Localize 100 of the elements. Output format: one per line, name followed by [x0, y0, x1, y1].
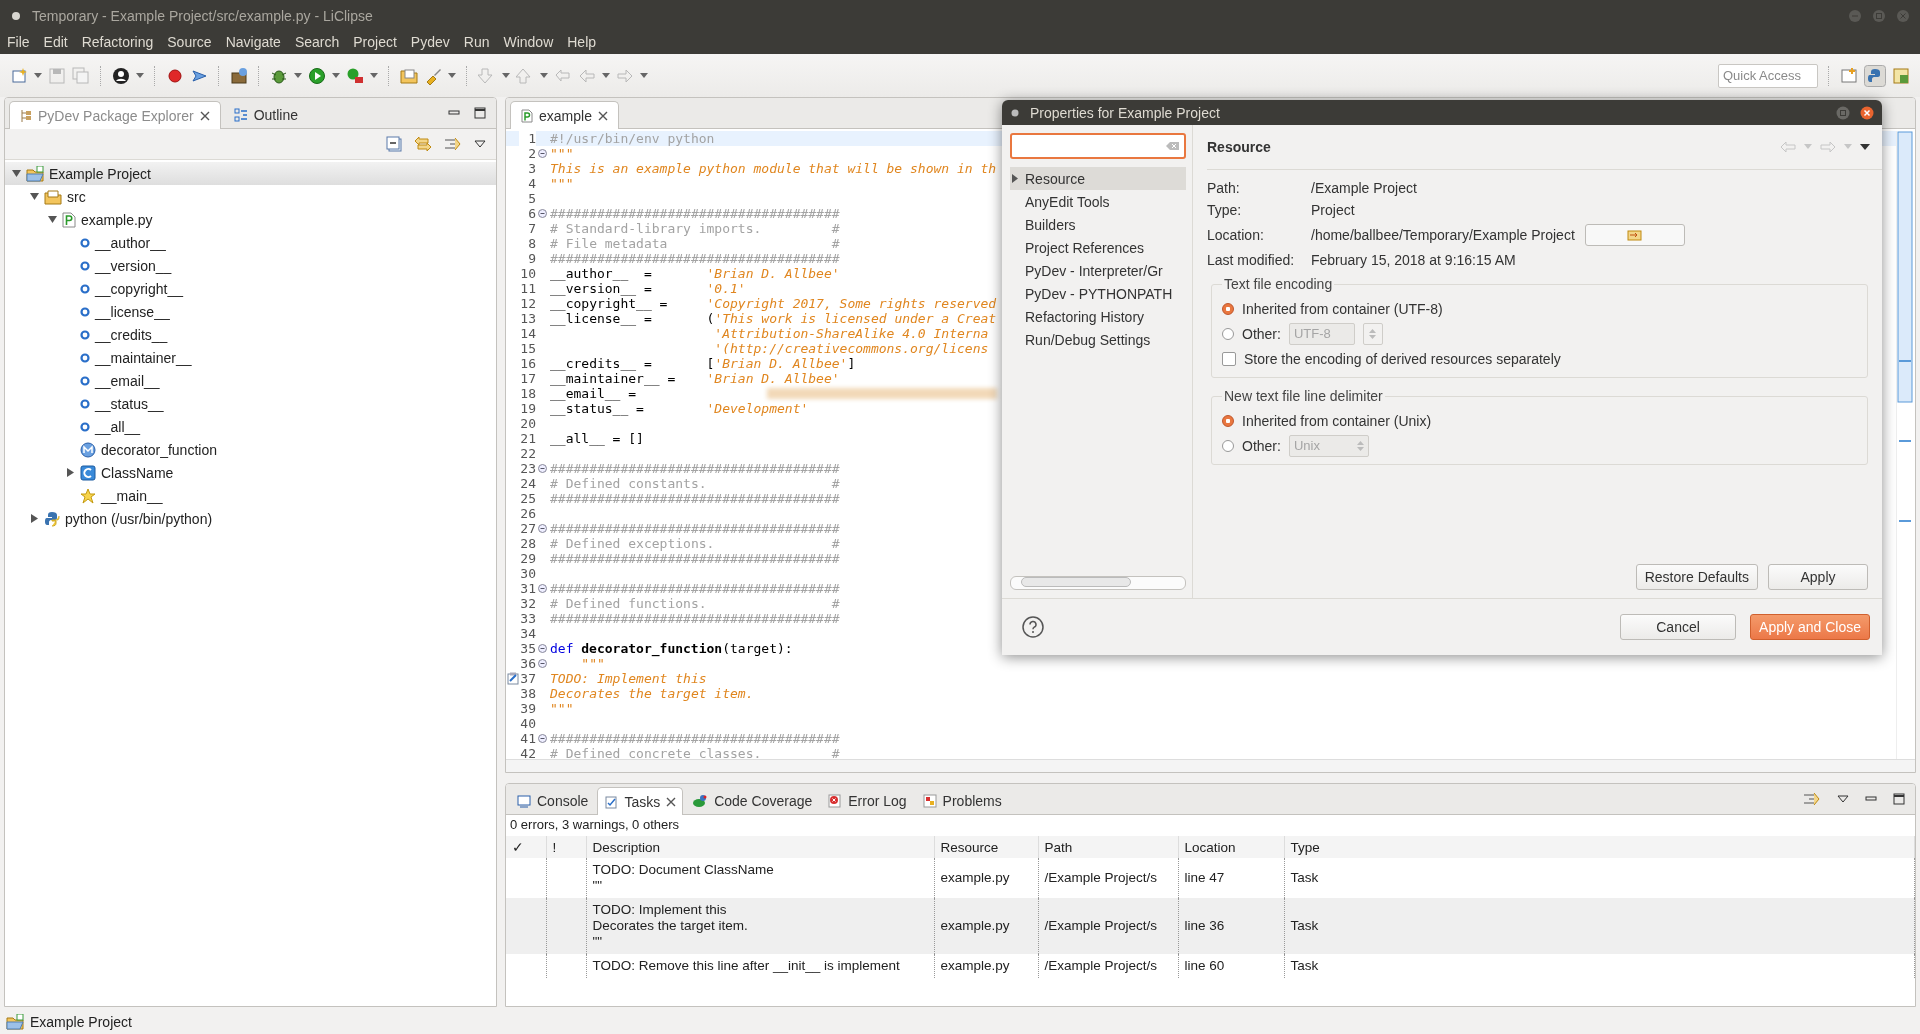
help-icon[interactable] — [1022, 616, 1044, 638]
close-icon[interactable] — [666, 796, 677, 807]
open-folder-icon[interactable] — [400, 66, 418, 85]
menu-item[interactable]: Search — [287, 34, 347, 50]
link-editor-icon[interactable] — [414, 136, 432, 152]
tree-item[interactable]: __main__ — [5, 484, 496, 507]
dropdown-caret-icon[interactable] — [448, 72, 456, 79]
radio-button[interactable] — [1222, 327, 1234, 340]
expanded-arrow-icon[interactable] — [47, 215, 57, 224]
dropdown-caret-icon[interactable] — [602, 72, 610, 79]
expanded-arrow-icon[interactable] — [29, 192, 39, 201]
panel-tab[interactable]: Outline — [222, 101, 309, 128]
record-icon[interactable] — [166, 66, 184, 85]
menu-item[interactable]: Edit — [36, 34, 75, 50]
dropdown-caret-icon[interactable] — [294, 72, 302, 79]
radio-button[interactable] — [1222, 439, 1234, 452]
checkbox[interactable] — [1222, 351, 1236, 366]
tree-item[interactable]: __credits__ — [5, 323, 496, 346]
tree-item[interactable]: __all__ — [5, 415, 496, 438]
fold-icon[interactable] — [537, 644, 547, 653]
dropdown-caret-icon[interactable] — [502, 72, 510, 79]
nav-item[interactable]: Refactoring History — [1010, 305, 1186, 328]
column-header[interactable]: ✓ — [506, 836, 546, 858]
debug-perspective-icon[interactable] — [1892, 66, 1910, 85]
column-header[interactable]: ! — [546, 836, 586, 858]
dialog-button[interactable]: Apply — [1768, 564, 1868, 590]
column-header[interactable]: Resource — [934, 836, 1038, 858]
panel-tab[interactable]: Tasks — [597, 787, 684, 815]
panel-tab[interactable]: Problems — [915, 787, 1009, 814]
close-icon[interactable] — [199, 110, 210, 121]
menu-item[interactable]: Pydev — [403, 34, 457, 50]
user-icon[interactable] — [112, 66, 130, 85]
menu-item[interactable]: Help — [560, 34, 604, 50]
view-menu-icon[interactable] — [474, 140, 486, 148]
menu-item[interactable]: Navigate — [218, 34, 288, 50]
menu-item[interactable]: Run — [456, 34, 497, 50]
nav-item[interactable]: PyDev - Interpreter/Gr — [1010, 259, 1186, 282]
tree-item[interactable]: __license__ — [5, 300, 496, 323]
play-icon[interactable] — [308, 66, 326, 85]
quick-access-field[interactable]: Quick Access — [1718, 63, 1818, 88]
nav-item[interactable]: AnyEdit Tools — [1010, 190, 1186, 213]
nav-item[interactable]: PyDev - PYTHONPATH — [1010, 282, 1186, 305]
collapsed-arrow-icon[interactable] — [1012, 174, 1019, 183]
fold-icon[interactable] — [537, 209, 547, 218]
column-header[interactable]: Description — [586, 836, 934, 858]
tree-item[interactable]: __email__ — [5, 369, 496, 392]
dropdown-caret-icon[interactable] — [640, 72, 648, 79]
fold-icon[interactable] — [537, 659, 547, 668]
fold-icon[interactable] — [537, 149, 547, 158]
nav-item[interactable]: Project References — [1010, 236, 1186, 259]
dialog-button[interactable]: Restore Defaults — [1635, 564, 1758, 590]
dropdown-caret-icon[interactable] — [540, 72, 548, 79]
briefcase-icon[interactable] — [230, 66, 248, 85]
view-menu-icon[interactable] — [1860, 143, 1870, 151]
horizontal-scrollbar[interactable] — [506, 759, 1915, 772]
tree-item[interactable]: __status__ — [5, 392, 496, 415]
menu-item[interactable]: Window — [496, 34, 561, 50]
panel-tab[interactable]: Code Coverage — [685, 787, 820, 814]
run-tool-icon[interactable] — [346, 66, 364, 85]
view-menu-icon[interactable] — [1837, 795, 1849, 803]
nav-item[interactable]: Builders — [1010, 213, 1186, 236]
panel-tab[interactable]: PyDev Package Explorer — [9, 101, 221, 129]
dropdown-caret-icon[interactable] — [136, 72, 144, 79]
menu-item[interactable]: File — [0, 34, 37, 50]
dialog-button[interactable]: Cancel — [1620, 614, 1737, 640]
tree-item[interactable]: ClassName — [5, 461, 496, 484]
collapsed-arrow-icon[interactable] — [65, 468, 75, 477]
menu-item[interactable]: Project — [346, 34, 404, 50]
tree-item[interactable]: __copyright__ — [5, 277, 496, 300]
close-icon[interactable] — [1860, 105, 1874, 120]
close-icon[interactable] — [597, 110, 608, 121]
tree-item[interactable]: __version__ — [5, 254, 496, 277]
radio-button[interactable] — [1222, 302, 1234, 315]
fold-icon[interactable] — [537, 524, 547, 533]
maximize-icon[interactable] — [474, 107, 486, 119]
column-header[interactable]: Type — [1284, 836, 1915, 858]
column-header[interactable]: Location — [1178, 836, 1284, 858]
filter-field[interactable] — [1010, 133, 1186, 159]
editor-tab[interactable]: example — [510, 101, 619, 129]
fold-icon[interactable] — [537, 584, 547, 593]
dropdown-caret-icon[interactable] — [332, 72, 340, 79]
tree-item[interactable]: Example Project — [5, 162, 496, 185]
collapse-all-icon[interactable] — [386, 136, 402, 152]
scroll-thumb[interactable] — [1021, 577, 1131, 587]
tree-item[interactable]: example.py — [5, 208, 496, 231]
tree-item[interactable]: src — [5, 185, 496, 208]
panel-tab[interactable]: Console — [510, 787, 596, 814]
expanded-arrow-icon[interactable] — [11, 169, 21, 178]
dropdown-caret-icon[interactable] — [34, 72, 42, 79]
tree-item[interactable]: __maintainer__ — [5, 346, 496, 369]
fold-icon[interactable] — [537, 464, 547, 473]
python-perspective-icon[interactable] — [1864, 64, 1886, 87]
collapsed-arrow-icon[interactable] — [29, 514, 39, 523]
nav-item[interactable]: Run/Debug Settings — [1010, 328, 1186, 351]
tree-item[interactable]: python (/usr/bin/python) — [5, 507, 496, 530]
dropdown-caret-icon[interactable] — [370, 72, 378, 79]
radio-button[interactable] — [1222, 414, 1234, 427]
tree-item[interactable]: decorator_function — [5, 438, 496, 461]
tree-item[interactable]: __author__ — [5, 231, 496, 254]
fold-icon[interactable] — [537, 734, 547, 743]
